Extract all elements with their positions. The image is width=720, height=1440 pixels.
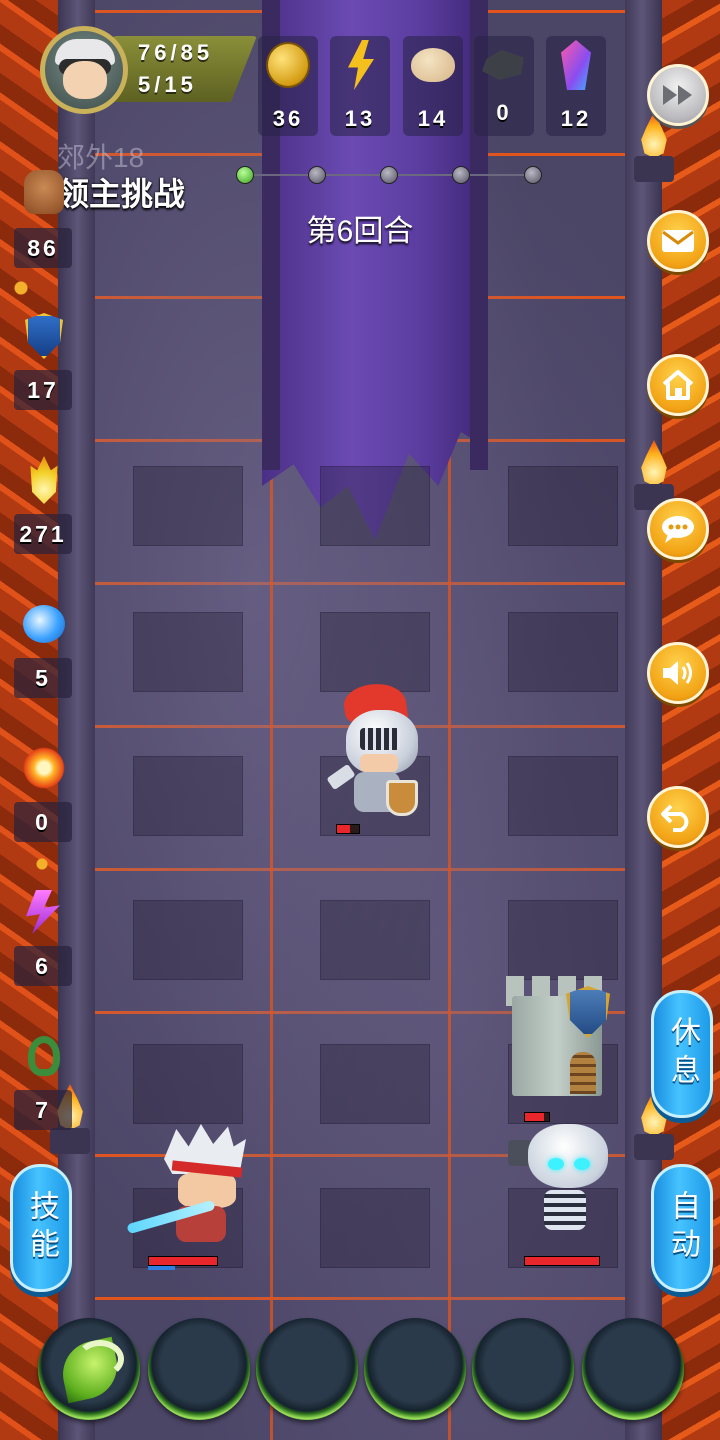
chat-icon <box>662 516 694 543</box>
player-avatar[interactable] <box>40 26 128 114</box>
stat-fire: 0 <box>14 742 72 862</box>
board-tile[interactable] <box>133 466 243 546</box>
board-tile[interactable] <box>133 900 243 980</box>
stat-value: 0 <box>14 802 72 842</box>
fist-icon <box>24 170 64 214</box>
stat-value: 5 <box>14 658 72 698</box>
skill-slot-1[interactable] <box>38 1318 140 1420</box>
board-tile[interactable] <box>320 900 430 980</box>
resource-gem: 12 <box>546 36 606 136</box>
hp-value: 76/85 <box>138 40 214 65</box>
skill-slot-3[interactable] <box>256 1318 358 1420</box>
skill-slot-2[interactable] <box>148 1318 250 1420</box>
sound-icon <box>663 661 692 685</box>
board-tile[interactable] <box>320 466 430 546</box>
undo-icon <box>661 804 689 832</box>
resource-value: 0 <box>496 100 512 125</box>
stat-nature: 7 <box>14 1030 72 1150</box>
player-hero[interactable] <box>126 1124 250 1254</box>
resource-gold: 36 <box>258 36 318 136</box>
skill-label: 技能 <box>25 1190 58 1266</box>
mail-button[interactable] <box>647 210 709 272</box>
fast-forward-button[interactable] <box>647 64 709 126</box>
resource-food: 14 <box>403 36 463 136</box>
progress-dot <box>308 166 326 184</box>
skeleton-hp-bar <box>524 1256 600 1266</box>
undo-button[interactable] <box>647 786 709 848</box>
enemy-knight-hp-bar <box>336 824 360 834</box>
stat-attack: 86 <box>14 166 72 286</box>
resource-value: 12 <box>560 106 592 131</box>
stat-value: 271 <box>14 514 72 554</box>
hero-hp-bar <box>148 1256 218 1266</box>
skill-slot-5[interactable] <box>472 1318 574 1420</box>
gold-coin-icon <box>266 42 310 88</box>
progress-dot <box>524 166 542 184</box>
progress-dot <box>380 166 398 184</box>
holy-flame-icon <box>30 456 58 504</box>
resource-value: 14 <box>417 106 449 131</box>
skill-slot-4[interactable] <box>364 1318 466 1420</box>
green-ring-icon <box>28 1036 60 1076</box>
stat-water: 5 <box>14 598 72 718</box>
resource-value: 36 <box>272 106 304 131</box>
stat-value: 17 <box>14 370 72 410</box>
stat-value: 6 <box>14 946 72 986</box>
resource-ore: 0 <box>474 36 534 136</box>
sound-button[interactable] <box>647 642 709 704</box>
stage-title: 领主挑战 <box>57 176 186 212</box>
stat-defense: 17 <box>14 310 72 430</box>
rest-button[interactable]: 休息 <box>651 990 713 1118</box>
board-tile[interactable] <box>508 612 618 692</box>
resource-value: 13 <box>344 106 376 131</box>
round-counter: 第6回合 <box>306 215 414 248</box>
shield-icon <box>25 313 63 359</box>
stat-holy: 271 <box>14 454 72 574</box>
board-tile[interactable] <box>133 1044 243 1124</box>
home-button[interactable] <box>647 354 709 416</box>
stat-value: 86 <box>14 228 72 268</box>
purple-lightning-icon <box>26 890 60 934</box>
home-icon <box>662 370 694 400</box>
water-wave-icon <box>23 605 65 643</box>
board-tile[interactable] <box>133 756 243 836</box>
progress-dot <box>236 166 254 184</box>
board-tile[interactable] <box>133 612 243 692</box>
stat-lightning: 6 <box>14 886 72 1006</box>
enemy-tower[interactable] <box>500 966 622 1098</box>
iron-ore-icon <box>482 50 524 80</box>
skill-slot-6[interactable] <box>582 1318 684 1420</box>
energy-value: 5/15 <box>138 72 197 97</box>
auto-label: 自动 <box>666 1190 699 1266</box>
rest-label: 休息 <box>666 1016 699 1092</box>
progress-dot <box>452 166 470 184</box>
enemy-knight[interactable] <box>326 679 420 824</box>
crystal-gem-icon <box>561 40 591 90</box>
auto-button[interactable]: 自动 <box>651 1164 713 1292</box>
resource-energy: 13 <box>330 36 390 136</box>
board-tile[interactable] <box>320 1044 430 1124</box>
lightning-bolt-icon <box>348 40 374 90</box>
fire-burst-icon <box>23 747 65 789</box>
board-tile[interactable] <box>508 756 618 836</box>
fast-forward-icon <box>663 85 692 105</box>
chat-button[interactable] <box>647 498 709 560</box>
enemy-skeleton[interactable] <box>508 1118 620 1248</box>
skill-button[interactable]: 技能 <box>10 1164 72 1292</box>
mail-icon <box>662 230 694 252</box>
board-tile[interactable] <box>320 1188 430 1268</box>
bun-food-icon <box>411 48 455 82</box>
hero-mp-bar <box>148 1266 175 1270</box>
board-tile[interactable] <box>508 466 618 546</box>
board-tile[interactable] <box>320 612 430 692</box>
stat-value: 7 <box>14 1090 72 1130</box>
